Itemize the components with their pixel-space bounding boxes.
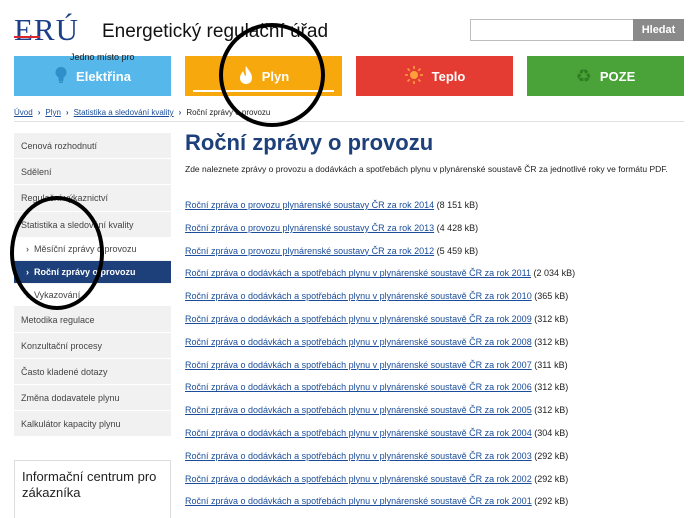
report-list-item: Roční zpráva o dodávkách a spotřebách pl…: [185, 268, 575, 278]
tab-label: Teplo: [431, 68, 466, 84]
report-list-item: Roční zpráva o dodávkách a spotřebách pl…: [185, 360, 568, 370]
report-file-size: (311 kB): [534, 359, 568, 370]
report-link[interactable]: Roční zpráva o dodávkách a spotřebách pl…: [185, 337, 532, 347]
report-list-item: Roční zpráva o dodávkách a spotřebách pl…: [185, 337, 568, 347]
sidebar-item-caste-dotazy[interactable]: Často kladené dotazy: [14, 359, 171, 385]
report-link[interactable]: Roční zpráva o dodávkách a spotřebách pl…: [185, 451, 532, 461]
report-list-item: Roční zpráva o provozu plynárenské soust…: [185, 246, 478, 256]
report-file-size: (312 kB): [534, 314, 569, 324]
report-file-size: (292 kB): [534, 450, 569, 461]
breadcrumb-link-statistika[interactable]: Statistika a sledování kvality: [74, 108, 174, 117]
report-list-item: Roční zpráva o dodávkách a spotřebách pl…: [185, 314, 568, 324]
report-link[interactable]: Roční zpráva o provozu plynárenské soust…: [185, 246, 434, 256]
page-title: Roční zprávy o provozu: [185, 130, 434, 155]
intro-text: Zde naleznete zprávy o provozu a dodávká…: [185, 164, 668, 174]
report-list-item: Roční zpráva o dodávkách a spotřebách pl…: [185, 451, 568, 461]
report-link[interactable]: Roční zpráva o dodávkách a spotřebách pl…: [185, 496, 532, 506]
breadcrumb-separator: ›: [65, 108, 69, 117]
report-file-size: (312 kB): [534, 382, 569, 393]
breadcrumb-separator: ›: [178, 108, 182, 117]
report-file-size: (304 kB): [534, 428, 569, 438]
report-link[interactable]: Roční zpráva o dodávkách a spotřebách pl…: [185, 314, 532, 324]
info-centre-title: Informační centrum pro zákazníka: [22, 469, 157, 500]
report-link[interactable]: Roční zpráva o dodávkách a spotřebách pl…: [185, 474, 532, 484]
tab-label: POZE: [599, 68, 636, 84]
report-file-size: (292 kB): [534, 473, 569, 484]
report-file-size: (365 kB): [534, 291, 569, 302]
report-link[interactable]: Roční zpráva o provozu plynárenské soust…: [185, 223, 434, 233]
search-input[interactable]: [470, 19, 634, 41]
report-list-item: Roční zpráva o dodávkách a spotřebách pl…: [185, 405, 568, 415]
eru-logo[interactable]: ERÚ: [14, 12, 79, 48]
info-centre-text: Jedno místo pro: [70, 52, 135, 62]
report-list-item: Roční zpráva o provozu plynárenské soust…: [185, 223, 478, 233]
report-link[interactable]: Roční zpráva o dodávkách a spotřebách pl…: [185, 405, 532, 415]
report-list-item: Roční zpráva o dodávkách a spotřebách pl…: [185, 291, 568, 301]
info-centre-box[interactable]: Informační centrum pro zákazníka: [14, 460, 171, 518]
header-divider: [14, 121, 684, 122]
report-list-item: Roční zpráva o dodávkách a spotřebách pl…: [185, 428, 568, 438]
report-file-size: (312 kB): [534, 405, 569, 416]
tab-elektrina[interactable]: Elektřina: [14, 56, 171, 96]
report-file-size: (292 kB): [534, 496, 569, 507]
sidebar-item-cenova-rozhodnuti[interactable]: Cenová rozhodnutí: [14, 133, 171, 159]
report-link[interactable]: Roční zpráva o dodávkách a spotřebách pl…: [185, 291, 532, 301]
tab-label: Elektřina: [76, 68, 131, 84]
annotation-circle: [10, 196, 104, 310]
logo-accent: [14, 36, 40, 38]
sidebar-item-zmena-dodavatele[interactable]: Změna dodavatele plynu: [14, 385, 171, 411]
report-file-size: (5 459 kB): [436, 245, 479, 256]
report-link[interactable]: Roční zpráva o dodávkách a spotřebách pl…: [185, 268, 531, 278]
recycle-icon: ♻: [575, 66, 592, 86]
report-file-size: (8 151 kB): [436, 200, 479, 210]
sidebar-item-metodika-regulace[interactable]: Metodika regulace: [14, 307, 171, 333]
sidebar-item-kalkulator-kapacity[interactable]: Kalkulátor kapacity plynu: [14, 411, 171, 437]
annotation-circle: [219, 23, 325, 127]
breadcrumb-separator: ›: [37, 108, 41, 117]
report-list-item: Roční zpráva o dodávkách a spotřebách pl…: [185, 496, 568, 506]
sidebar-item-sdeleni[interactable]: Sdělení: [14, 159, 171, 185]
report-file-size: (312 kB): [534, 336, 569, 347]
report-file-size: (2 034 kB): [533, 268, 576, 279]
report-link[interactable]: Roční zpráva o dodávkách a spotřebách pl…: [185, 382, 532, 392]
tab-poze[interactable]: ♻ POZE: [527, 56, 684, 96]
breadcrumb-link-plyn[interactable]: Plyn: [45, 108, 61, 117]
report-link[interactable]: Roční zpráva o dodávkách a spotřebách pl…: [185, 428, 532, 438]
report-link[interactable]: Roční zpráva o dodávkách a spotřebách pl…: [185, 360, 532, 370]
sidebar-item-konzultacni-procesy[interactable]: Konzultační procesy: [14, 333, 171, 359]
search-button[interactable]: Hledat: [633, 19, 684, 41]
report-file-size: (4 428 kB): [436, 222, 479, 233]
tab-teplo[interactable]: Teplo: [356, 56, 513, 96]
report-list-item: Roční zpráva o dodávkách a spotřebách pl…: [185, 474, 568, 484]
report-link[interactable]: Roční zpráva o provozu plynárenské soust…: [185, 200, 434, 210]
breadcrumb-link-uvod[interactable]: Úvod: [14, 108, 33, 117]
sun-icon: [404, 65, 424, 88]
lightbulb-icon: [54, 66, 68, 87]
report-list-item: Roční zpráva o provozu plynárenské soust…: [185, 200, 478, 210]
report-list-item: Roční zpráva o dodávkách a spotřebách pl…: [185, 382, 568, 392]
